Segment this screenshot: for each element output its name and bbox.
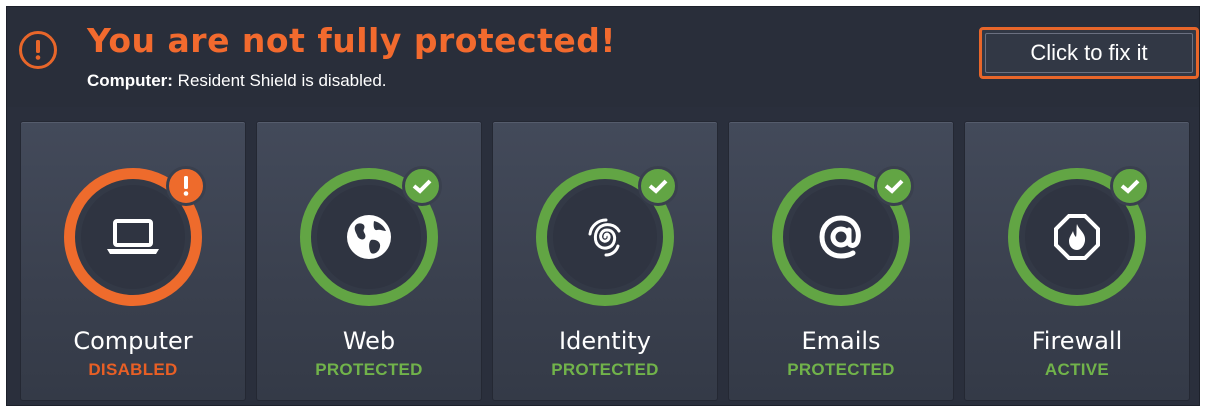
- checkmark-icon: [1110, 166, 1150, 206]
- tile-title: Web: [342, 327, 396, 355]
- firewall-flame-icon: [1052, 212, 1102, 262]
- protection-tiles: Computer DISABLED Web PROTECTED Identity…: [20, 121, 1190, 401]
- tile-computer[interactable]: Computer DISABLED: [20, 121, 246, 401]
- tile-title: Computer: [73, 327, 193, 355]
- tile-status: PROTECTED: [315, 360, 423, 379]
- checkmark-icon: [874, 166, 914, 206]
- tile-status: PROTECTED: [551, 360, 659, 379]
- tile-firewall[interactable]: Firewall ACTIVE: [964, 121, 1190, 401]
- tile-status: PROTECTED: [787, 360, 895, 379]
- at-sign-icon: [816, 212, 866, 262]
- status-ring: [1002, 162, 1152, 312]
- globe-icon: [344, 212, 394, 262]
- tile-identity[interactable]: Identity PROTECTED: [492, 121, 718, 401]
- antivirus-dashboard: You are not fully protected! Computer: R…: [6, 6, 1200, 406]
- checkmark-icon: [402, 166, 442, 206]
- status-ring: [294, 162, 444, 312]
- tile-title: Emails: [801, 327, 881, 355]
- warning-exclamation-icon: [19, 31, 57, 69]
- alert-detail-key: Computer:: [87, 71, 173, 90]
- alert-banner: You are not fully protected! Computer: R…: [7, 7, 1199, 107]
- fingerprint-icon: [580, 212, 630, 262]
- tile-title: Identity: [559, 327, 651, 355]
- alert-detail-text: Resident Shield is disabled.: [172, 71, 387, 90]
- alert-headline: You are not fully protected!: [87, 21, 616, 60]
- laptop-icon: [103, 215, 163, 259]
- tile-emails[interactable]: Emails PROTECTED: [728, 121, 954, 401]
- status-ring: [58, 162, 208, 312]
- status-ring: [766, 162, 916, 312]
- tile-web[interactable]: Web PROTECTED: [256, 121, 482, 401]
- status-ring: [530, 162, 680, 312]
- checkmark-icon: [638, 166, 678, 206]
- tile-status: ACTIVE: [1044, 360, 1110, 379]
- alert-detail: Computer: Resident Shield is disabled.: [87, 71, 387, 91]
- fix-it-button[interactable]: Click to fix it: [979, 27, 1199, 79]
- tile-status: DISABLED: [88, 360, 178, 379]
- exclamation-icon: [166, 166, 206, 206]
- fix-it-button-label: Click to fix it: [1030, 40, 1148, 65]
- tile-title: Firewall: [1031, 327, 1123, 355]
